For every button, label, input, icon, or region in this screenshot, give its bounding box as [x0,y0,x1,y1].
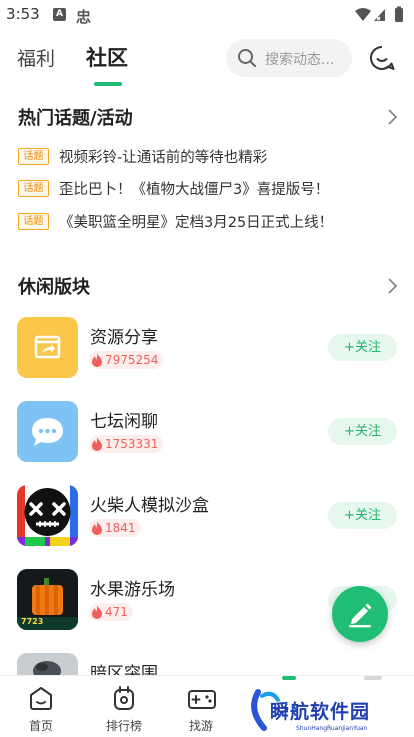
topic-item[interactable]: 话题 视频彩铃-让通话前的等待也精彩 [18,146,398,166]
wifi-signal-battery-icon [355,6,403,22]
follow-button[interactable]: +关注 [328,502,397,529]
fire-icon [92,521,102,535]
follow-button[interactable]: +关注 [328,418,397,445]
nav-indicator [364,676,382,680]
heat-badge: 1841 [89,519,141,537]
board-row[interactable]: 资源分享 7975254 +关注 [17,317,397,379]
home-icon [30,687,52,710]
tab-fuli[interactable]: 福利 [17,44,55,71]
message-icon[interactable] [368,44,396,72]
board-name: 水果游乐场 [90,580,175,600]
status-time: 3:53 [6,5,40,23]
topic-text: 《美职篮全明星》定档3月25日正式上线！ [59,215,334,231]
heat-value: 1753331 [105,437,159,451]
heat-value: 1841 [105,521,136,535]
nav-find-games[interactable]: 找游 [166,676,236,737]
ranking-icon [114,686,134,710]
notification-a-icon: A [53,8,66,21]
nav-ranking-label: 排行榜 [105,719,142,733]
heat-badge: 1753331 [89,435,164,453]
topic-tag: 话题 [18,148,49,165]
nav-indicator [282,676,296,680]
board-row[interactable]: 七坛闲聊 1753331 +关注 [17,401,397,463]
nav-home-label: 首页 [28,719,53,733]
hot-topics-more-icon[interactable] [386,108,398,126]
watermark-subtext: ShunHangRuanJianYuan [296,725,368,732]
search-placeholder: 搜索动态... [265,52,335,68]
board-name: 资源分享 [90,328,158,348]
gamepad-icon [188,690,216,709]
topic-item[interactable]: 话题 《美职篮全明星》定档3月25日正式上线！ [18,211,398,231]
share-box-icon [17,317,78,378]
edit-pencil-icon [349,603,372,628]
fire-icon [92,605,102,619]
heat-value: 7975254 [105,353,159,367]
board-name: 火柴人模拟沙盒 [90,496,209,516]
board-row[interactable]: 火柴人模拟沙盒 1841 +关注 [17,485,397,547]
topic-text: 歪比巴卜！《植物大战僵尸3》喜提版号！ [59,182,330,198]
nav-ranking[interactable]: 排行榜 [89,676,159,737]
follow-button[interactable]: +关注 [328,334,397,361]
status-bar: 3:53 A 忠 [0,0,414,30]
hot-topics-title: 热门话题/活动 [18,108,133,129]
pumpkin-icon: 7723 [17,569,78,630]
topic-text: 视频彩铃-让通话前的等待也精彩 [59,150,268,166]
create-post-button[interactable] [332,586,388,642]
nav-home[interactable]: 首页 [6,676,76,737]
leisure-more-icon[interactable] [386,277,398,295]
heat-badge: 7975254 [89,351,164,369]
fire-icon [92,437,102,451]
fire-icon [92,353,102,367]
heat-badge: 471 [89,603,133,621]
top-nav: 福利 社区 搜索动态... [0,36,414,94]
tab-shequ[interactable]: 社区 [86,42,128,72]
skull-face-icon [17,485,78,546]
chat-bubble-icon [17,401,78,462]
thumb-caption: 7723 [21,617,44,626]
topic-item[interactable]: 话题 歪比巴卜！《植物大战僵尸3》喜提版号！ [18,178,398,198]
search-icon [238,49,256,67]
active-tab-indicator [94,82,122,86]
search-input[interactable]: 搜索动态... [226,39,352,77]
heat-value: 471 [105,605,128,619]
nav-find-games-label: 找游 [188,719,213,733]
topic-tag: 话题 [18,180,49,197]
notification-b-icon: 忠 [76,8,92,26]
leisure-title: 休闲版块 [18,277,90,298]
watermark-text: 瞬航软件园 [270,701,371,723]
board-name: 七坛闲聊 [90,412,158,432]
topic-tag: 话题 [18,213,49,230]
